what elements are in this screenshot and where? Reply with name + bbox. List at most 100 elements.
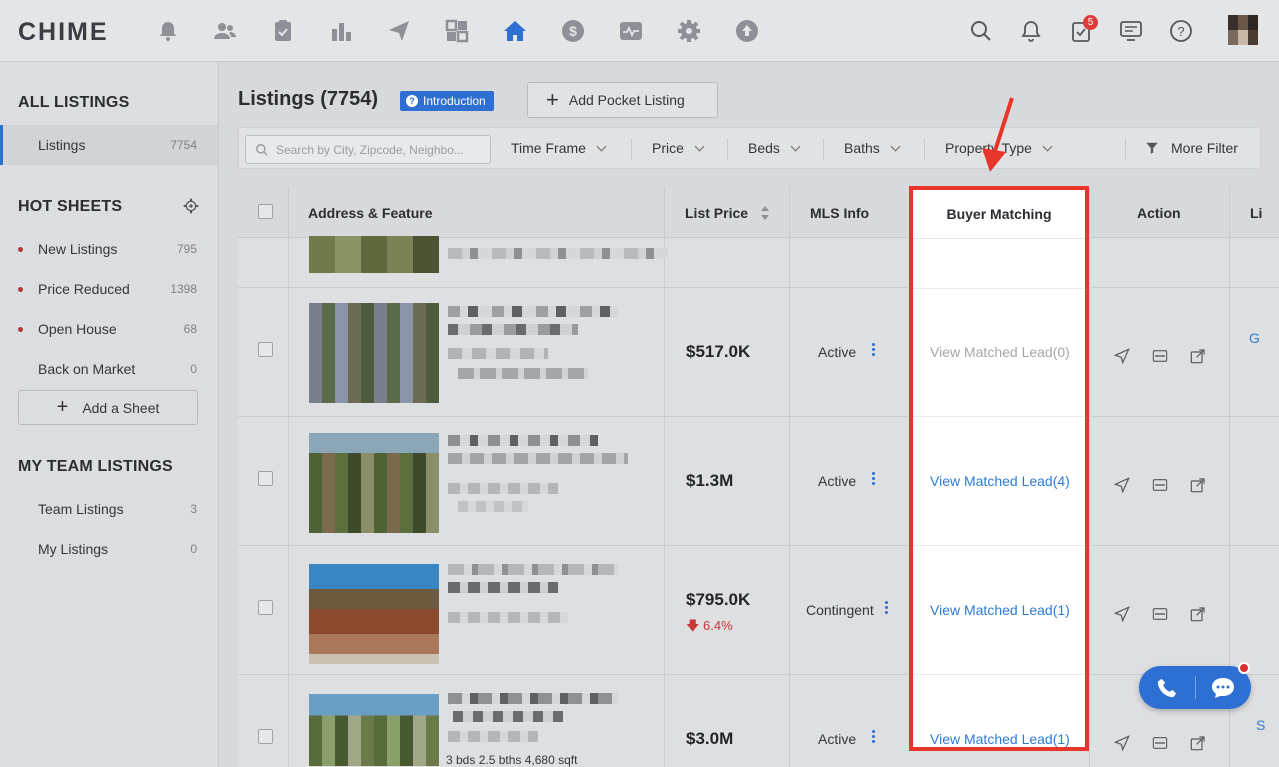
page-title: Listings (7754)	[238, 88, 379, 110]
chevron-down-icon	[596, 141, 607, 151]
sort-icon	[761, 206, 769, 220]
list-price: $517.0K	[686, 342, 751, 361]
dollar-icon[interactable]: $	[560, 18, 586, 44]
address-text	[448, 248, 668, 259]
hot-sheets-settings-icon[interactable]	[183, 198, 199, 214]
phone-icon[interactable]	[1156, 677, 1178, 699]
more-filter-button[interactable]: More Filter	[1145, 140, 1238, 156]
chevron-down-icon	[694, 141, 705, 151]
filter-time-frame[interactable]: Time Frame	[511, 140, 607, 156]
add-pocket-listing-button[interactable]: + Add Pocket Listing	[527, 82, 718, 118]
plus-icon: +	[546, 87, 559, 112]
search-placeholder: Search by City, Zipcode, Neighbo...	[276, 142, 464, 157]
activity-icon[interactable]	[618, 18, 644, 44]
listing-photo[interactable]	[309, 236, 439, 273]
sidebar-item-label: Back on Market	[38, 361, 136, 377]
sidebar-item-listings[interactable]: Listings 7754	[0, 125, 218, 165]
embed-code-icon[interactable]	[1152, 606, 1168, 622]
dashboard-grid-icon[interactable]	[444, 18, 470, 44]
row-checkbox[interactable]	[258, 600, 273, 615]
sidebar-item-count: 795	[176, 242, 197, 256]
share-icon[interactable]	[1190, 348, 1206, 364]
listing-photo[interactable]	[309, 433, 439, 533]
header-list-price[interactable]: List Price	[685, 205, 769, 221]
row-checkbox[interactable]	[258, 342, 273, 357]
row-checkbox[interactable]	[258, 729, 273, 744]
bar-chart-icon[interactable]	[328, 18, 354, 44]
listings-table: Address & Feature List Price MLS Info Ac…	[238, 187, 1279, 767]
share-icon[interactable]	[1190, 606, 1206, 622]
sidebar-item-new-listings[interactable]: New Listings 795	[0, 229, 218, 269]
gear-icon[interactable]	[676, 18, 702, 44]
sidebar-item-count: 68	[183, 322, 197, 336]
avatar[interactable]	[1228, 15, 1258, 45]
embed-code-icon[interactable]	[1152, 348, 1168, 364]
send-icon[interactable]	[1113, 606, 1130, 623]
row-divider	[913, 674, 1085, 675]
view-matched-lead-link[interactable]: View Matched Lead(0)	[930, 344, 1070, 360]
row-checkbox[interactable]	[258, 471, 273, 486]
search-icon[interactable]	[968, 18, 994, 44]
upload-icon[interactable]	[734, 18, 760, 44]
paper-plane-icon[interactable]	[386, 18, 412, 44]
search-input[interactable]: Search by City, Zipcode, Neighbo...	[245, 135, 491, 164]
filter-price[interactable]: Price	[652, 140, 705, 156]
sidebar-item-label: Team Listings	[38, 501, 124, 517]
more-options-icon[interactable]	[872, 730, 875, 745]
sidebar-item-open-house[interactable]: Open House 68	[0, 309, 218, 349]
listing-photo[interactable]	[309, 303, 439, 403]
address-text	[448, 564, 618, 575]
address-text	[448, 306, 618, 317]
introduction-button[interactable]: ? Introduction	[400, 91, 494, 111]
add-sheet-button[interactable]: + Add a Sheet	[18, 390, 198, 425]
help-icon[interactable]: ?	[1168, 18, 1194, 44]
row-divider	[913, 416, 1085, 417]
sidebar-item-my-listings[interactable]: My Listings 0	[0, 529, 218, 569]
sidebar: ALL LISTINGS Listings 7754 HOT SHEETS Ne…	[0, 62, 219, 767]
people-icon[interactable]	[212, 18, 238, 44]
share-icon[interactable]	[1190, 735, 1206, 751]
sidebar-item-count: 3	[190, 502, 197, 516]
alert-bell-dollar-icon[interactable]	[155, 18, 181, 44]
table-row[interactable]	[238, 236, 1279, 288]
filter-divider	[1125, 138, 1126, 160]
mls-status: Active	[818, 731, 857, 747]
header-action: Action	[1137, 205, 1181, 221]
clipboard-check-icon[interactable]	[270, 18, 296, 44]
view-matched-lead-link[interactable]: View Matched Lead(4)	[930, 473, 1070, 489]
embed-code-icon[interactable]	[1152, 477, 1168, 493]
chime-logo[interactable]: CHIME	[18, 18, 109, 47]
view-matched-lead-link[interactable]: View Matched Lead(1)	[930, 602, 1070, 618]
chat-bubble-icon[interactable]	[1211, 677, 1235, 699]
listing-photo[interactable]	[309, 564, 439, 664]
view-matched-lead-link[interactable]: View Matched Lead(1)	[930, 731, 1070, 747]
filter-label: Baths	[844, 140, 880, 156]
status-dot	[18, 286, 23, 292]
sidebar-item-label: New Listings	[38, 241, 118, 257]
extra-column-link[interactable]: S	[1256, 717, 1265, 733]
more-options-icon[interactable]	[872, 343, 875, 358]
table-row[interactable]: 3 bds 2.5 bths 4,680 sqft $3.0M Active	[238, 675, 1279, 767]
home-icon[interactable]	[502, 18, 528, 44]
monitor-icon[interactable]	[1118, 18, 1144, 44]
feature-text	[448, 483, 558, 494]
address-text	[448, 435, 598, 446]
feature-text: 3 bds 2.5 bths 4,680 sqft	[446, 753, 578, 767]
send-icon[interactable]	[1113, 348, 1130, 365]
bell-icon[interactable]	[1018, 18, 1044, 44]
share-icon[interactable]	[1190, 477, 1206, 493]
more-options-icon[interactable]	[885, 601, 888, 616]
filter-beds[interactable]: Beds	[748, 140, 801, 156]
sidebar-item-team-listings[interactable]: Team Listings 3	[0, 489, 218, 529]
embed-code-icon[interactable]	[1152, 735, 1168, 751]
filter-baths[interactable]: Baths	[844, 140, 901, 156]
sidebar-item-price-reduced[interactable]: Price Reduced 1398	[0, 269, 218, 309]
extra-column-link[interactable]: G	[1249, 330, 1260, 346]
more-options-icon[interactable]	[872, 472, 875, 487]
listing-photo[interactable]	[309, 694, 439, 766]
send-icon[interactable]	[1113, 735, 1130, 752]
filter-label: Price	[652, 140, 684, 156]
select-all-checkbox[interactable]	[258, 204, 273, 219]
send-icon[interactable]	[1113, 477, 1130, 494]
sidebar-item-back-on-market[interactable]: Back on Market 0	[0, 349, 218, 389]
